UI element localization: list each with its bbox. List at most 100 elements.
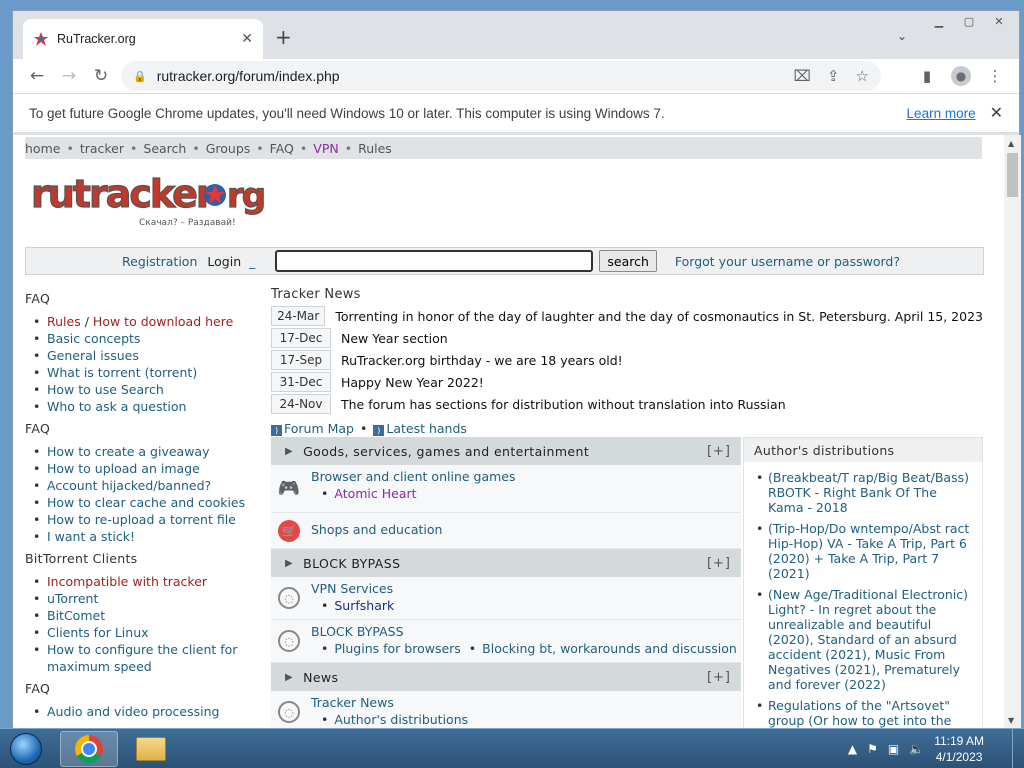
nav-rules[interactable]: Rules <box>358 141 392 156</box>
infobar-close-icon[interactable]: ✕ <box>990 103 1003 123</box>
list-item[interactable]: How to re-upload a torrent file <box>31 511 265 528</box>
subforum-link[interactable]: Surfshark <box>334 598 394 613</box>
news-link[interactable]: New Year section <box>341 331 448 346</box>
forum-link[interactable]: Browser and client online games <box>311 469 516 486</box>
list-item[interactable]: How to configure the client for maximum … <box>31 641 265 675</box>
browser-window: ▁ ▢ ✕ RuTracker.org ✕ + ⌄ ← → ↻ 🔒 rutrac… <box>12 10 1021 729</box>
forum-link[interactable]: VPN Services <box>311 581 394 598</box>
forum-link[interactable]: Shops and education <box>311 522 442 539</box>
forum-link[interactable]: Tracker News <box>311 695 468 712</box>
subforum-link[interactable]: Author's distributions <box>334 712 468 727</box>
reload-icon[interactable]: ↻ <box>85 60 117 92</box>
list-item[interactable]: Basic concepts <box>31 330 265 347</box>
nav-groups[interactable]: Groups <box>206 141 251 156</box>
list-item[interactable]: Incompatible with tracker <box>31 573 265 590</box>
clock[interactable]: 11:19 AM 4/1/2023 <box>934 733 984 765</box>
how-download-link[interactable]: How to download here <box>93 314 233 329</box>
share-icon[interactable]: ⇪ <box>827 67 840 85</box>
latest-hands-link[interactable]: Latest hands <box>386 421 467 436</box>
category-block-bypass[interactable]: ▶ BLOCK BYPASS [+] <box>271 549 741 577</box>
forum-map-link[interactable]: Forum Map <box>284 421 354 436</box>
back-icon[interactable]: ← <box>21 60 53 92</box>
list-item[interactable]: (Breakbeat/T rap/Big Beat/Bass) RBOTK - … <box>756 470 976 515</box>
nav-faq[interactable]: FAQ <box>270 141 294 156</box>
category-news[interactable]: ▶ News [+] <box>271 663 741 691</box>
list-item[interactable]: General issues <box>31 347 265 364</box>
news-row: 24-Mar Torrenting in honor of the day of… <box>271 305 983 327</box>
subforum-link[interactable]: Atomic Heart <box>334 486 416 501</box>
list-item[interactable]: What is torrent (torrent) <box>31 364 265 381</box>
login-underscore: _ <box>249 253 256 269</box>
list-item[interactable]: Account hijacked/banned? <box>31 477 265 494</box>
list-item[interactable]: How to use Search <box>31 381 265 398</box>
nav-tracker[interactable]: tracker <box>80 141 124 156</box>
expand-plus-icon[interactable]: [+] <box>707 444 731 459</box>
rutracker-logo[interactable]: rutracker rg Скачал? – Раздавай! <box>29 171 269 231</box>
category-goods[interactable]: ▶ Goods, services, games and entertainme… <box>271 437 741 465</box>
list-item[interactable]: How to create a giveaway <box>31 443 265 460</box>
list-item[interactable]: How to upload an image <box>31 460 265 477</box>
news-link[interactable]: RuTracker.org birthday - we are 18 years… <box>341 353 623 368</box>
expand-plus-icon[interactable]: [+] <box>707 556 731 571</box>
forum-row: 🛒 Shops and education <box>271 513 741 549</box>
list-item[interactable]: BitComet <box>31 607 265 624</box>
volume-icon[interactable]: 🔈 <box>909 742 924 756</box>
rules-link[interactable]: Rules <box>47 314 81 329</box>
subforum-link[interactable]: Plugins for browsers <box>334 641 460 656</box>
scroll-up-icon[interactable]: ▲ <box>1008 139 1014 148</box>
tab-close-icon[interactable]: ✕ <box>241 31 253 47</box>
lock-icon[interactable]: 🔒 <box>133 70 147 83</box>
forum-link[interactable]: BLOCK BYPASS <box>311 624 737 641</box>
list-item[interactable]: Clients for Linux <box>31 624 265 641</box>
list-item[interactable]: (Trip-Hop/Do wntempo/Abst ract Hip-Hop) … <box>756 521 976 581</box>
list-item[interactable]: (New Age/Traditional Electronic) Light? … <box>756 587 976 692</box>
list-item[interactable]: uTorrent <box>31 590 265 607</box>
taskbar-explorer[interactable] <box>122 731 180 767</box>
tray-expand-icon[interactable]: ▲ <box>848 742 857 756</box>
list-item[interactable]: I want a stick! <box>31 528 265 545</box>
translate-icon[interactable]: ⌧ <box>794 67 811 85</box>
nav-vpn[interactable]: VPN <box>313 141 338 156</box>
network-icon[interactable]: ▣ <box>888 742 899 756</box>
login-link[interactable]: Login <box>207 254 241 269</box>
page-scrollbar[interactable]: ▲ ▼ <box>1004 135 1021 729</box>
scroll-thumb[interactable] <box>1007 153 1018 197</box>
news-link[interactable]: Torrenting in honor of the day of laught… <box>335 309 983 324</box>
search-input[interactable] <box>275 250 594 272</box>
start-button[interactable] <box>4 731 48 767</box>
search-button[interactable]: search <box>599 250 657 272</box>
forward-icon[interactable]: → <box>53 60 85 92</box>
side-panel-icon[interactable]: ▮ <box>913 61 941 91</box>
list-item[interactable]: Rules / How to download here <box>31 313 265 330</box>
news-link[interactable]: The forum has sections for distribution … <box>341 397 786 412</box>
new-tab-icon[interactable]: + <box>275 25 292 49</box>
scroll-down-icon[interactable]: ▼ <box>1008 716 1014 725</box>
list-item[interactable]: Audio and video processing <box>31 703 265 720</box>
tab-rutracker[interactable]: RuTracker.org ✕ <box>23 19 263 59</box>
profile-button[interactable]: ● <box>947 61 975 91</box>
gamepad-icon: 🎮 <box>277 478 301 499</box>
forgot-password-link[interactable]: Forgot your username or password? <box>675 254 900 269</box>
bookmark-star-icon[interactable]: ☆ <box>856 67 869 85</box>
expand-plus-icon[interactable]: [+] <box>707 670 731 685</box>
news-heading: Tracker News <box>271 287 361 302</box>
flag-icon[interactable]: ⚑ <box>867 742 878 756</box>
nav-search[interactable]: Search <box>143 141 186 156</box>
url-text[interactable]: rutracker.org/forum/index.php <box>157 68 778 84</box>
show-desktop-button[interactable] <box>1012 729 1024 768</box>
learn-more-link[interactable]: Learn more <box>907 106 976 121</box>
tab-search-icon[interactable]: ⌄ <box>897 29 907 43</box>
news-date: 17-Sep <box>271 350 331 370</box>
nav-home[interactable]: home <box>25 141 60 156</box>
subforum-link[interactable]: Blocking bt, workarounds and discussion <box>482 641 737 656</box>
windows-logo-icon <box>10 733 42 765</box>
news-link[interactable]: Happy New Year 2022! <box>341 375 484 390</box>
list-item[interactable]: Who to ask a question <box>31 398 265 415</box>
svg-text:rg: rg <box>227 176 264 216</box>
address-bar[interactable]: 🔒 rutracker.org/forum/index.php ⌧ ⇪ ☆ <box>121 61 881 91</box>
registration-link[interactable]: Registration <box>122 254 197 269</box>
list-item[interactable]: Regulations of the "Artsovet" group (Or … <box>756 698 976 728</box>
list-item[interactable]: How to clear cache and cookies <box>31 494 265 511</box>
taskbar-chrome[interactable] <box>60 731 118 767</box>
menu-kebab-icon[interactable]: ⋮ <box>981 61 1009 91</box>
